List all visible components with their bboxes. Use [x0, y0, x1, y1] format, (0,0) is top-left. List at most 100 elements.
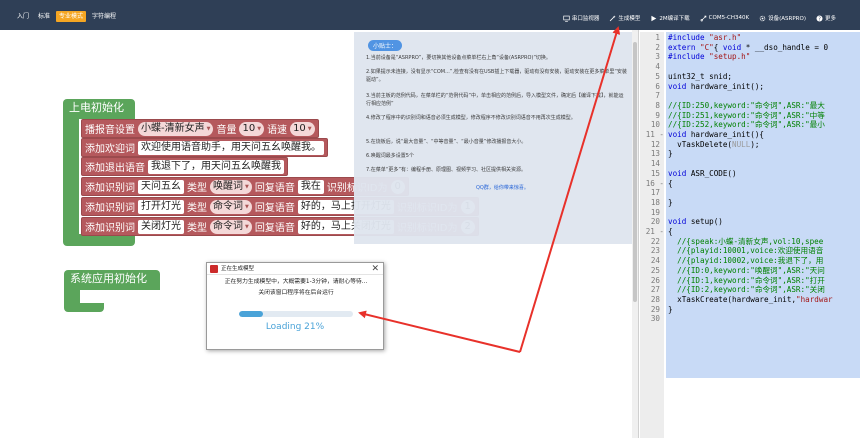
- code-line: //{ID:250,keyword:"命令词",ASR:"最大: [668, 101, 825, 111]
- code-token: "asr.h": [709, 33, 742, 42]
- init-hat-block[interactable]: 上电初始化: [63, 99, 135, 119]
- code-line: void setup(): [668, 217, 723, 227]
- code-token: hardware_init();: [690, 81, 765, 91]
- toolbar-action-label: 串口监视器: [571, 16, 600, 22]
- text-field[interactable]: 天问五幺: [138, 179, 184, 194]
- chevron-down-icon: ▼: [307, 125, 312, 132]
- tip-item: 3.当前主板的范例代码，在菜单栏的“范例代码”中，单击相应的范例后，导入模型文件…: [366, 93, 624, 107]
- line-number: 28: [650, 294, 660, 304]
- svg-text:?: ?: [818, 16, 821, 22]
- code-line: {: [668, 179, 673, 189]
- code-token: //{ID:250,keyword:"命令词",ASR:"最大: [668, 100, 825, 110]
- text-field[interactable]: 欢迎使用语音助手，用天问五幺唤醒我。: [138, 140, 324, 155]
- code-line: //{ID:2,keyword:"命令词",ASR:"关闭: [668, 285, 825, 295]
- tip-item: 4.修改了程序中的识别词和语音必须生成模型，修改程序不修改识别词语音不用再次生成…: [366, 115, 576, 121]
- code-token: );: [750, 139, 760, 149]
- code-token: //{ID:2,keyword:"命令词",ASR:"关闭: [668, 285, 825, 295]
- app-icon: [210, 265, 218, 273]
- line-number: 3: [655, 52, 660, 62]
- dropdown-value: 小蝶-清新女声: [141, 122, 205, 134]
- code-line: void ASR_CODE(): [668, 169, 737, 179]
- magic-wand-icon: [609, 14, 617, 22]
- tip-item: 7.在菜单“更多”有：编程手册、原理图、视频学习、社区提供相关资源。: [366, 167, 526, 173]
- dropdown-field[interactable]: 唤醒词 ▼: [210, 179, 252, 194]
- line-number: 1: [655, 33, 660, 42]
- progress-label: Loading 21%: [265, 322, 325, 332]
- code-token: //{ID:0,keyword:"唤醒词",ASR:"天问: [668, 265, 825, 275]
- toolbar-action-4[interactable]: 设备(ASRPRO): [759, 14, 806, 22]
- init-hat-label: 上电初始化: [69, 101, 124, 114]
- workspace-scroll-thumb[interactable]: [633, 42, 637, 302]
- block-label: 类型: [187, 203, 207, 214]
- mode-tab-2[interactable]: 专业模式: [56, 11, 87, 22]
- toolbar-actions: 串口监视器 生成模型 2M编译下载 COM5-CH340K 设备(ASRPRO) ? 更多: [563, 12, 836, 24]
- text-field[interactable]: 关闭灯光: [138, 219, 184, 234]
- mode-tab-0[interactable]: 入门: [14, 11, 32, 22]
- code-block[interactable]: 添加欢迎词 欢迎使用语音助手，用天问五幺唤醒我。: [81, 138, 328, 157]
- toolbar-action-2[interactable]: 2M编译下载: [650, 14, 690, 22]
- mode-tab-3[interactable]: 字符编程: [89, 11, 119, 22]
- chevron-down-icon: ▼: [245, 223, 249, 230]
- line-number: 11 -: [645, 130, 664, 139]
- init-hat-arm: [63, 119, 79, 236]
- dropdown-value: 10: [242, 122, 256, 134]
- close-icon[interactable]: ✕: [371, 263, 379, 275]
- code-token: {: [713, 42, 723, 52]
- text-field[interactable]: 我退下了，用天问五幺唤醒我: [148, 159, 284, 174]
- code-line: #include "setup.h": [668, 52, 750, 62]
- toolbar-action-5[interactable]: ? 更多: [816, 14, 836, 22]
- text-field[interactable]: 打开灯光: [138, 199, 184, 214]
- code-line: {: [668, 227, 673, 237]
- text-field[interactable]: 我在: [297, 179, 324, 194]
- block-label: 类型: [187, 183, 207, 194]
- line-number: 10: [650, 120, 660, 130]
- tip-item: 5.在烧板后，说“最大音量”、“中等音量”、“最小音量”修改播报音大小。: [366, 139, 527, 145]
- code-token: "hardwar: [796, 294, 833, 304]
- code-line: //{playid:10002,voice:我退下了，用: [668, 256, 823, 266]
- code-block[interactable]: 播报音设置 小蝶-清新女声 ▼ 音量 10 ▼ 语速 10 ▼: [81, 119, 319, 138]
- line-number: 8: [655, 100, 660, 110]
- dropdown-field[interactable]: 命令词 ▼: [210, 199, 252, 214]
- code-token: ASR_CODE(): [690, 168, 737, 178]
- dropdown-field[interactable]: 命令词 ▼: [210, 219, 252, 234]
- toolbar-action-3[interactable]: COM5-CH340K: [700, 15, 749, 22]
- block-label: 添加识别词: [85, 203, 135, 214]
- code-token: {: [668, 227, 673, 236]
- block-label: 回复语音: [254, 223, 295, 234]
- line-number: 17: [650, 188, 660, 198]
- block-label: 添加退出语音: [85, 163, 145, 174]
- line-number: 12: [650, 139, 660, 149]
- code-line: #include "asr.h": [668, 33, 741, 43]
- toolbar-action-0[interactable]: 串口监视器: [563, 14, 600, 22]
- progress-fill: [239, 311, 263, 317]
- tip-item: 1.当前设备是“ASRPRO”，要切换其他设备点菜单栏右上角“设备(ASRPRO…: [366, 55, 551, 61]
- toolbar-action-label: 设备(ASRPRO): [768, 16, 806, 22]
- code-token: * __dso_handle = 0: [741, 42, 829, 52]
- dropdown-field[interactable]: 小蝶-清新女声 ▼: [138, 121, 214, 136]
- app-hat-block[interactable]: 系统应用初始化: [64, 270, 160, 290]
- dropdown-value: 命令词: [213, 220, 243, 232]
- app-hat-label: 系统应用初始化: [70, 272, 147, 285]
- code-token: //{playid:10001,voice:欢迎使用语音: [668, 246, 824, 256]
- block-label: 语速: [267, 125, 288, 136]
- dropdown-field[interactable]: 10 ▼: [290, 121, 315, 136]
- line-number: 6: [655, 81, 660, 91]
- code-line: extern "C"{ void * __dso_handle = 0: [668, 43, 828, 53]
- line-number: 21 -: [645, 227, 664, 236]
- block-label: 添加欢迎词: [85, 144, 135, 155]
- block-label: 音量: [216, 125, 237, 136]
- code-block[interactable]: 添加退出语音 我退下了，用天问五幺唤醒我: [81, 157, 288, 176]
- line-number: 5: [655, 71, 660, 81]
- block-label: 添加识别词: [85, 223, 135, 234]
- mode-tab-1[interactable]: 标准: [35, 11, 53, 22]
- toolbar-action-1[interactable]: 生成模型: [609, 14, 640, 22]
- code-token: void: [668, 168, 691, 178]
- code-token: setup(): [690, 217, 723, 227]
- line-number: 30: [650, 314, 660, 324]
- question-icon: ?: [816, 14, 823, 22]
- toolbar-action-label: 生成模型: [618, 16, 641, 22]
- code-line: //{ID:252,keyword:"命令词",ASR:"最小: [668, 120, 825, 130]
- code-line: //{ID:251,keyword:"命令词",ASR:"中等: [668, 111, 825, 121]
- play-icon: [650, 15, 657, 22]
- dropdown-field[interactable]: 10 ▼: [239, 121, 265, 136]
